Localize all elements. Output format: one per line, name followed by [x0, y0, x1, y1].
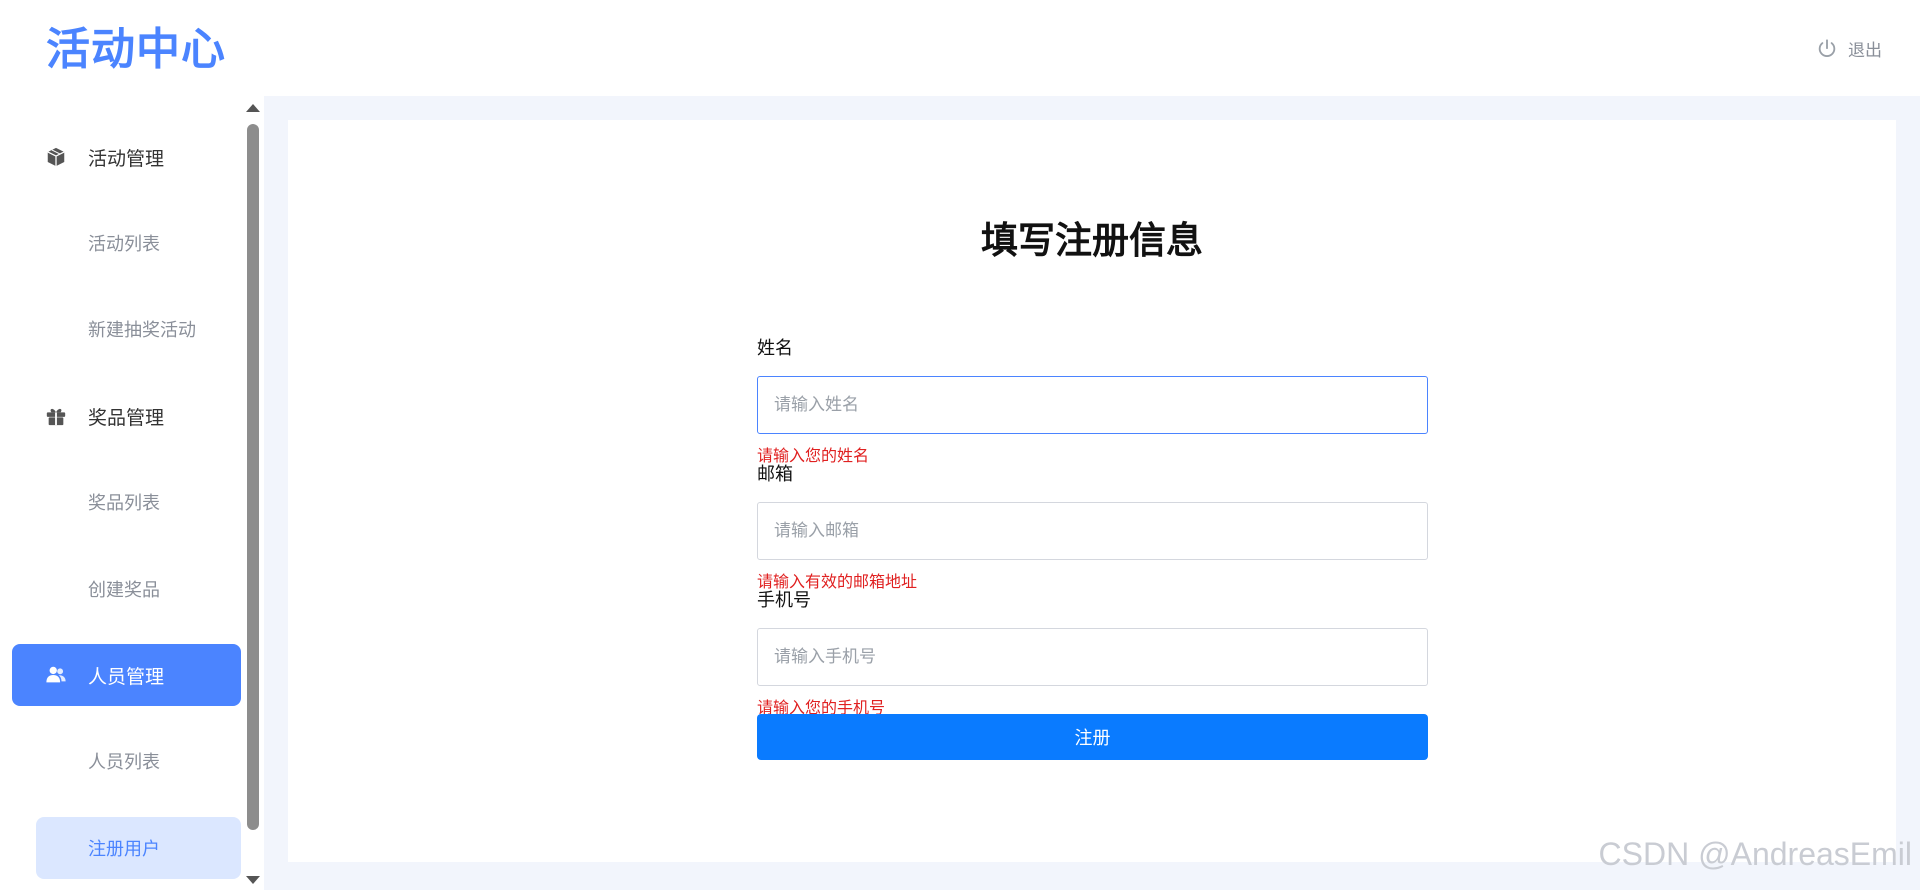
- watermark: CSDN @AndreasEmil: [1598, 836, 1912, 872]
- register-button[interactable]: 注册: [757, 714, 1428, 760]
- logout-button[interactable]: 退出: [1816, 36, 1882, 61]
- phone-input[interactable]: [757, 628, 1428, 686]
- sidebar-item-register-user[interactable]: 注册用户: [36, 817, 241, 879]
- sidebar-group-prize[interactable]: 奖品管理: [12, 385, 241, 447]
- sidebar-group-label: 活动管理: [88, 147, 165, 170]
- email-label: 邮箱: [757, 464, 793, 485]
- sidebar-item-people-list[interactable]: 人员列表: [36, 730, 241, 792]
- phone-label: 手机号: [757, 590, 811, 611]
- users-icon: [46, 666, 66, 683]
- app-header: 活动中心 退出: [0, 0, 1920, 96]
- scroll-up-arrow-icon[interactable]: [246, 104, 260, 112]
- sidebar-item-label: 新建抽奖活动: [88, 320, 196, 341]
- sidebar: 活动管理 活动列表 新建抽奖活动 奖品管理 奖品列表 创建奖品 人员管理 人员列…: [0, 96, 264, 890]
- name-input[interactable]: [757, 376, 1428, 434]
- sidebar-item-label: 奖品列表: [88, 493, 160, 514]
- cube-icon: [47, 147, 65, 167]
- email-input[interactable]: [757, 502, 1428, 560]
- sidebar-group-activity[interactable]: 活动管理: [12, 126, 241, 188]
- sidebar-group-label: 人员管理: [88, 665, 165, 688]
- sidebar-scrollbar[interactable]: [243, 100, 261, 890]
- app-logo: 活动中心: [46, 24, 226, 75]
- main-content: 填写注册信息 姓名 请输入您的姓名 邮箱 请输入有效的邮箱地址 手机号 请输入您…: [264, 96, 1920, 890]
- power-icon: [1818, 38, 1836, 57]
- sidebar-item-label: 注册用户: [88, 839, 160, 860]
- sidebar-group-label: 奖品管理: [88, 406, 165, 429]
- sidebar-item-activity-list[interactable]: 活动列表: [36, 212, 241, 274]
- form-title: 填写注册信息: [981, 219, 1203, 262]
- sidebar-group-people[interactable]: 人员管理: [12, 644, 241, 706]
- sidebar-item-create-prize[interactable]: 创建奖品: [36, 558, 241, 620]
- sidebar-item-label: 创建奖品: [88, 580, 160, 601]
- sidebar-item-label: 人员列表: [88, 752, 160, 773]
- scroll-thumb[interactable]: [247, 124, 259, 830]
- name-label: 姓名: [757, 338, 793, 359]
- scroll-down-arrow-icon[interactable]: [246, 876, 260, 884]
- gift-icon: [46, 408, 66, 426]
- logout-label: 退出: [1848, 41, 1882, 61]
- sidebar-item-label: 活动列表: [88, 234, 160, 255]
- sidebar-item-prize-list[interactable]: 奖品列表: [36, 471, 241, 533]
- sidebar-item-new-lottery[interactable]: 新建抽奖活动: [36, 298, 241, 360]
- register-form-card: 填写注册信息 姓名 请输入您的姓名 邮箱 请输入有效的邮箱地址 手机号 请输入您…: [288, 120, 1896, 862]
